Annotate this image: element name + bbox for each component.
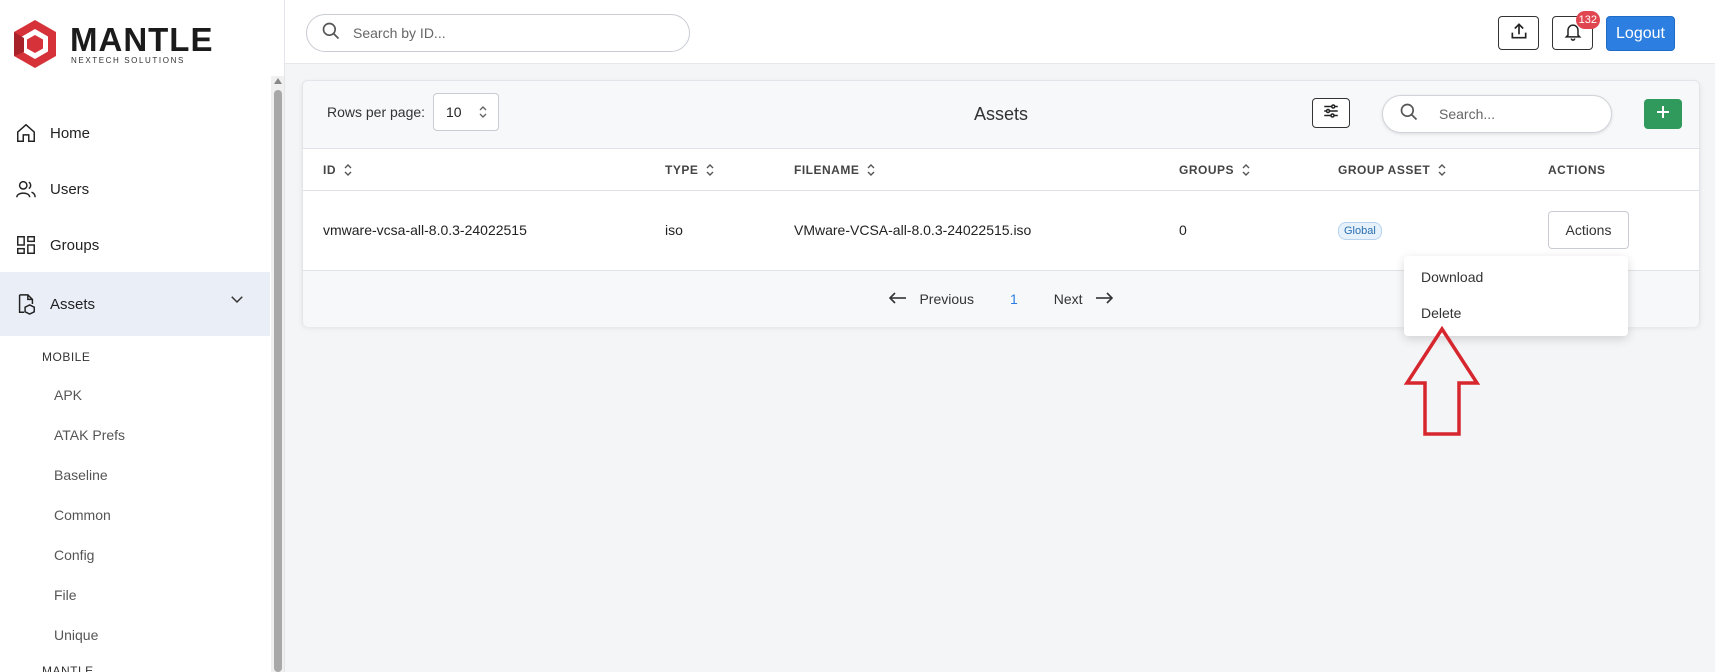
search-input[interactable]: [353, 25, 653, 41]
cell-groups: 0: [1179, 222, 1187, 238]
sidebar-subitem-baseline[interactable]: Baseline: [54, 467, 108, 483]
sliders-icon: [1322, 102, 1340, 125]
spinner-arrows-icon: [478, 104, 488, 121]
annotation-arrow-icon: [1404, 326, 1480, 436]
column-header-type[interactable]: TYPE: [665, 163, 714, 177]
filter-button[interactable]: [1312, 98, 1350, 128]
column-header-filename[interactable]: FILENAME: [794, 163, 875, 177]
upload-icon: [1509, 21, 1529, 46]
global-search[interactable]: [306, 14, 690, 52]
sort-icon: [1242, 164, 1250, 176]
section-label-mobile: MOBILE: [42, 350, 91, 364]
column-header-label: ACTIONS: [1548, 163, 1606, 177]
rows-per-page-select[interactable]: 10: [433, 93, 499, 131]
sort-icon: [867, 164, 875, 176]
sidebar-item-users[interactable]: Users: [0, 161, 270, 217]
sidebar-item-label: Groups: [50, 236, 100, 254]
column-header-label: TYPE: [665, 163, 699, 177]
column-header-label: FILENAME: [794, 163, 860, 177]
sidebar-scrollbar[interactable]: [271, 76, 284, 672]
mantle-logo-icon: [14, 20, 56, 68]
sort-icon: [1438, 164, 1446, 176]
rows-per-page-label: Rows per page:: [327, 104, 426, 120]
next-page-button[interactable]: Next: [1054, 291, 1113, 307]
assets-icon: [14, 292, 38, 316]
next-label: Next: [1053, 291, 1083, 307]
top-bar: 132 Logout: [285, 0, 1715, 64]
sidebar-item-groups[interactable]: Groups: [0, 217, 270, 273]
sidebar-item-label: Assets: [50, 295, 96, 313]
arrow-left-icon: [889, 291, 907, 307]
table-search-input[interactable]: [1439, 106, 1599, 122]
column-header-actions: ACTIONS: [1548, 163, 1606, 177]
group-asset-badge: Global: [1338, 222, 1382, 240]
sidebar-subitem-config[interactable]: Config: [54, 547, 94, 563]
arrow-right-icon: [1095, 291, 1113, 307]
home-icon: [14, 121, 38, 145]
section-label-mantle: MANTLE: [42, 664, 94, 672]
column-header-label: ID: [323, 163, 336, 177]
scroll-up-icon[interactable]: [274, 78, 282, 84]
table-header: ID TYPE FILENAME GROUPS GROUP ASSET ACTI…: [303, 149, 1699, 191]
sidebar-item-assets[interactable]: Assets: [0, 272, 270, 336]
actions-button[interactable]: Actions: [1548, 211, 1629, 249]
sidebar-subitem-file[interactable]: File: [54, 587, 77, 603]
sidebar-subitem-atak-prefs[interactable]: ATAK Prefs: [54, 427, 125, 443]
cell-id: vmware-vcsa-all-8.0.3-24022515: [323, 222, 527, 238]
column-header-label: GROUPS: [1179, 163, 1235, 177]
groups-icon: [14, 233, 38, 257]
column-header-group-asset[interactable]: GROUP ASSET: [1338, 163, 1446, 177]
sidebar-item-home[interactable]: Home: [0, 105, 270, 161]
previous-label: Previous: [919, 291, 974, 307]
rows-per-page-value: 10: [446, 104, 462, 120]
logout-button[interactable]: Logout: [1606, 16, 1675, 51]
column-header-label: GROUP ASSET: [1338, 163, 1431, 177]
notifications-button[interactable]: 132: [1552, 11, 1600, 50]
current-page[interactable]: 1: [1010, 291, 1018, 307]
sort-icon: [344, 164, 352, 176]
menu-item-delete[interactable]: Delete: [1421, 305, 1461, 321]
column-header-groups[interactable]: GROUPS: [1179, 163, 1250, 177]
cell-type: iso: [665, 222, 683, 238]
users-icon: [14, 177, 38, 201]
scrollbar-thumb[interactable]: [274, 90, 282, 672]
upload-button[interactable]: [1498, 16, 1539, 50]
sidebar-item-label: Users: [50, 180, 90, 198]
brand-name: MANTLE: [70, 20, 214, 58]
sidebar-subitem-unique[interactable]: Unique: [54, 627, 98, 643]
sort-icon: [706, 164, 714, 176]
cell-filename: VMware-VCSA-all-8.0.3-24022515.iso: [794, 222, 1032, 238]
sidebar-item-label: Home: [50, 124, 91, 142]
add-asset-button[interactable]: [1644, 99, 1682, 129]
sidebar-subitem-apk[interactable]: APK: [54, 387, 82, 403]
card-header: Rows per page: 10 Assets: [303, 81, 1699, 149]
notification-badge: 132: [1575, 11, 1600, 29]
search-icon: [1399, 102, 1419, 127]
sidebar: MANTLE NEXTECH SOLUTIONS Home Users Grou…: [0, 0, 285, 672]
menu-item-download[interactable]: Download: [1421, 269, 1483, 285]
plus-icon: [1655, 104, 1671, 125]
actions-menu: Download Delete: [1404, 256, 1628, 336]
chevron-down-icon[interactable]: [228, 290, 246, 312]
mantle-logo[interactable]: MANTLE NEXTECH SOLUTIONS: [12, 18, 213, 70]
column-header-id[interactable]: ID: [323, 163, 352, 177]
table-search[interactable]: [1382, 95, 1612, 133]
search-icon: [321, 21, 341, 46]
sidebar-subitem-common[interactable]: Common: [54, 507, 111, 523]
previous-page-button[interactable]: Previous: [889, 291, 974, 307]
